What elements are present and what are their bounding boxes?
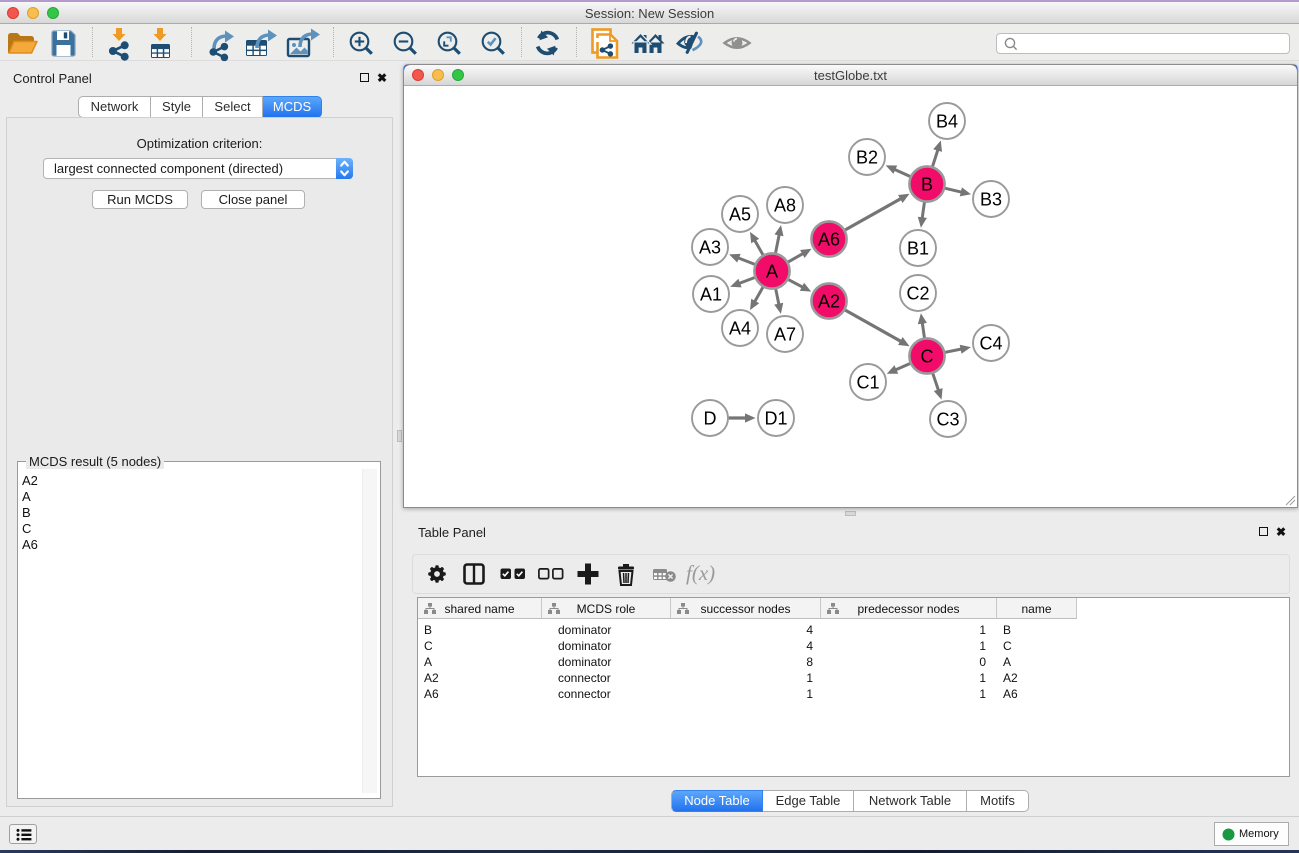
svg-text:A2: A2 bbox=[818, 292, 840, 312]
svg-text:A1: A1 bbox=[700, 285, 722, 305]
svg-text:B4: B4 bbox=[936, 112, 958, 132]
svg-text:D1: D1 bbox=[764, 409, 787, 429]
svg-text:A7: A7 bbox=[774, 325, 796, 345]
svg-text:B1: B1 bbox=[907, 239, 929, 259]
svg-text:A8: A8 bbox=[774, 196, 796, 216]
svg-text:A3: A3 bbox=[699, 238, 721, 258]
svg-text:A6: A6 bbox=[818, 230, 840, 250]
svg-text:A: A bbox=[766, 262, 778, 282]
svg-text:A5: A5 bbox=[729, 205, 751, 225]
svg-text:A4: A4 bbox=[729, 319, 751, 339]
svg-text:D: D bbox=[704, 409, 717, 429]
svg-text:C1: C1 bbox=[856, 373, 879, 393]
svg-text:C: C bbox=[921, 347, 934, 367]
svg-text:C4: C4 bbox=[979, 334, 1002, 354]
svg-text:B2: B2 bbox=[856, 148, 878, 168]
svg-text:B3: B3 bbox=[980, 190, 1002, 210]
svg-text:C3: C3 bbox=[936, 410, 959, 430]
svg-text:C2: C2 bbox=[906, 284, 929, 304]
svg-text:B: B bbox=[921, 175, 933, 195]
